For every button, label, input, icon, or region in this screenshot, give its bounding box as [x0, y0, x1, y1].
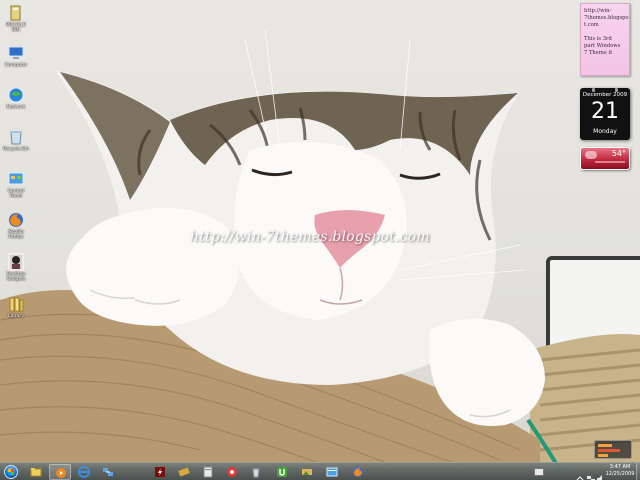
taskbar-item-media[interactable]: [221, 464, 243, 480]
taskbar-item-internet-explorer[interactable]: [73, 464, 95, 480]
pictures-icon: [302, 469, 312, 475]
media-center-icon: [178, 467, 190, 477]
desktop-icon-label: Control Panel: [7, 189, 25, 199]
desktop-wallpaper: http://win-7themes.blogspot.com: [0, 0, 640, 480]
desktop-icon-label: Recycle Bin: [3, 147, 29, 152]
desktop-icon-network[interactable]: Network: [2, 86, 30, 120]
taskbar-item-pictures[interactable]: [296, 464, 318, 480]
clock-date: 12/25/2009: [605, 471, 635, 477]
taskbar: 3:47 AM 12/25/2009: [0, 462, 640, 480]
calendar-gadget[interactable]: December 2009 21 Monday: [580, 88, 630, 140]
library-folder-icon: [9, 297, 24, 312]
weather-cloud-icon: [585, 151, 597, 159]
desktop-icon-label: Desktop Gadgets: [6, 272, 26, 282]
taskbar-item-explorer[interactable]: [25, 464, 47, 480]
calendar-day: 21: [591, 99, 619, 124]
avatar-icon: [8, 253, 24, 271]
utorrent-icon: [277, 467, 287, 477]
start-button[interactable]: [1, 463, 21, 480]
flash-icon: [155, 467, 165, 477]
show-hidden-icons-chevron-icon[interactable]: [576, 468, 584, 480]
taskbar-item-application[interactable]: [197, 464, 219, 480]
media-player-icon: [56, 468, 66, 478]
weather-temperature: 54°: [611, 149, 626, 158]
desktop-icon-label: Library: [8, 314, 24, 319]
memory-meter-bar: [598, 449, 620, 452]
taskbar-item-network[interactable]: [97, 464, 119, 480]
desktop-icon-computer[interactable]: Computer: [2, 44, 30, 78]
explorer-folder-icon: [30, 468, 42, 477]
desktop-icon-label: Mozilla Firefox: [8, 230, 24, 240]
desktop-icon-label: Computer: [4, 63, 28, 68]
taskbar-item-firefox[interactable]: [347, 464, 369, 480]
network-icon: [103, 468, 113, 476]
desktop-icon-gadgets[interactable]: Desktop Gadgets: [2, 253, 30, 287]
desktop-icon-column: RECYCLE BIN Computer Network Recycle Bin…: [0, 0, 34, 319]
cpu-meter-gadget[interactable]: [594, 440, 632, 459]
desktop-icon-control-panel[interactable]: Control Panel: [2, 170, 30, 204]
desktop-icon-library[interactable]: Library: [2, 295, 30, 329]
weather-gadget[interactable]: 54°: [580, 147, 630, 170]
taskbar-item-utorrent[interactable]: [271, 464, 293, 480]
taskbar-item-media-center[interactable]: [173, 464, 195, 480]
recycle-bin-icon: [10, 131, 22, 145]
windows-logo-icon: [4, 465, 18, 479]
application-icon: [203, 466, 213, 478]
taskbar-item-media-player[interactable]: [49, 464, 71, 480]
desktop-icon-firefox[interactable]: Mozilla Firefox: [2, 211, 30, 245]
recycle-icon: [252, 468, 260, 478]
taskbar-item-flash[interactable]: [149, 464, 171, 480]
taskbar-item-explorer-2[interactable]: [321, 464, 343, 480]
desktop-icon-label: Network: [6, 105, 26, 110]
network-globe-icon: [8, 87, 24, 103]
desktop-icon-recycle-bin-full[interactable]: RECYCLE BIN: [2, 4, 30, 38]
weather-location-bar: [595, 161, 625, 163]
taskbar-item-recycle[interactable]: [245, 464, 267, 480]
clock-time: 3:47 AM: [609, 464, 631, 470]
taskbar-clock[interactable]: 3:47 AM 12/25/2009: [604, 464, 636, 478]
calendar-month: December 2009: [582, 92, 628, 98]
cpu-meter-bar: [598, 444, 612, 447]
show-desktop-button[interactable]: [636, 463, 640, 480]
computer-icon: [8, 46, 24, 59]
wallpaper-watermark: http://win-7themes.blogspot.com: [190, 229, 430, 245]
sticky-note-text[interactable]: http://win- 7themes.blogspo t.com This i…: [584, 8, 629, 57]
firefox-icon: [9, 213, 23, 227]
action-center-icon[interactable]: [534, 468, 544, 476]
desktop-icon-recycle-bin[interactable]: Recycle Bin: [2, 128, 30, 162]
control-panel-icon: [8, 172, 24, 185]
sticky-note-gadget[interactable]: http://win- 7themes.blogspo t.com This i…: [580, 3, 630, 76]
calendar-weekday: Monday: [593, 128, 617, 135]
media-icon: [227, 467, 237, 477]
network-tray-icon[interactable]: [587, 468, 595, 480]
desktop-icon-label: RECYCLE BIN: [5, 23, 27, 33]
explorer-icon: [326, 467, 338, 477]
firefox-icon: [353, 467, 363, 477]
disk-meter-bar: [598, 454, 608, 457]
internet-explorer-icon: [78, 466, 90, 478]
recycle-bin-icon: [10, 5, 21, 21]
